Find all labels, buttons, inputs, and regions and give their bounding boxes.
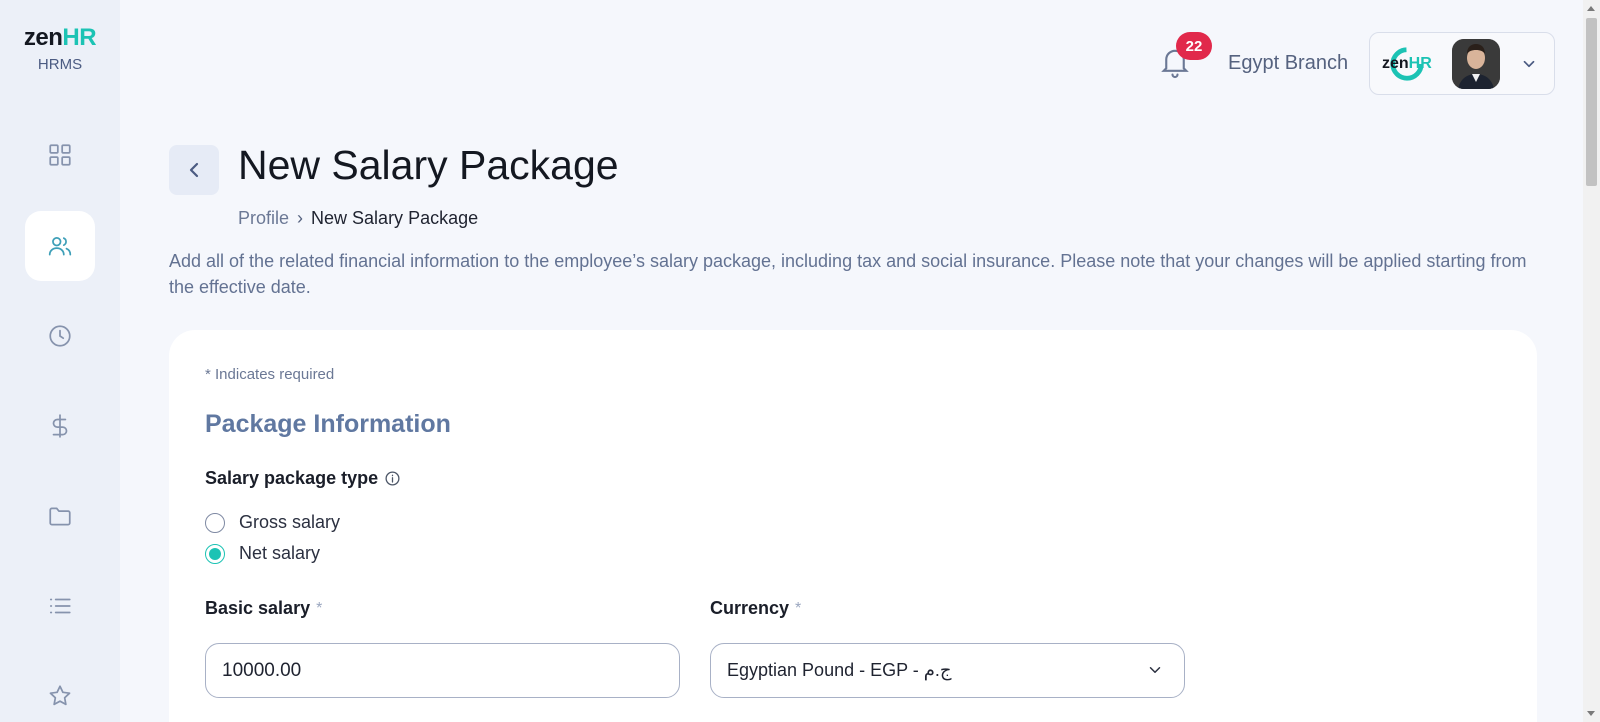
sidebar-item-requests[interactable] xyxy=(25,571,95,641)
company-logo: zenHR xyxy=(1382,45,1438,83)
required-asterisk: * xyxy=(316,599,323,617)
net-salary-label: Net salary xyxy=(239,543,321,563)
list-icon xyxy=(49,598,71,614)
folder-icon xyxy=(49,507,71,526)
logo-wordmark: zenHR xyxy=(0,24,120,52)
currency-label: Currency * xyxy=(710,598,801,619)
logo-accent: HR xyxy=(62,24,97,51)
gross-salary-label: Gross salary xyxy=(239,512,341,532)
company-logo-accent: HR xyxy=(1408,55,1432,72)
currency-label-text: Currency xyxy=(710,598,790,618)
page-description: Add all of the related financial informa… xyxy=(169,251,1527,297)
basic-salary-input[interactable]: 10000.00 xyxy=(205,643,680,698)
notification-count-badge: 22 xyxy=(1176,32,1212,60)
breadcrumb: Profile › New Salary Package xyxy=(238,208,478,229)
clock-icon xyxy=(49,325,71,347)
dollar-icon xyxy=(52,414,68,438)
sidebar-item-payroll[interactable] xyxy=(25,391,95,461)
account-menu[interactable]: zenHR xyxy=(1369,32,1555,95)
currency-select[interactable]: Egyptian Pound - EGP - ج.م xyxy=(710,643,1185,698)
sidebar-item-documents[interactable] xyxy=(25,481,95,551)
gross-salary-radio[interactable] xyxy=(205,512,225,533)
salary-package-form: * Indicates required Package Information… xyxy=(169,330,1537,722)
dashboard-grid-icon xyxy=(49,144,71,166)
sidebar-item-attendance[interactable] xyxy=(25,301,95,371)
sidebar-item-employees[interactable] xyxy=(25,211,95,281)
users-icon xyxy=(48,237,72,256)
required-asterisk: * xyxy=(795,599,802,617)
star-icon xyxy=(49,685,71,706)
gross-salary-option[interactable]: Gross salary xyxy=(205,512,340,533)
company-logo-text: zenHR xyxy=(1382,55,1432,73)
back-button[interactable] xyxy=(169,145,219,195)
page-title: New Salary Package xyxy=(238,142,619,188)
breadcrumb-current: New Salary Package xyxy=(311,208,479,228)
user-avatar xyxy=(1452,39,1500,89)
section-title: Package Information xyxy=(205,410,451,438)
company-logo-main: zen xyxy=(1382,55,1409,72)
net-salary-option[interactable]: Net salary xyxy=(205,543,320,564)
chevron-down-icon xyxy=(1523,60,1535,68)
package-type-label: Salary package type xyxy=(205,468,401,489)
scroll-up-arrow[interactable] xyxy=(1587,6,1595,11)
package-type-label-text: Salary package type xyxy=(205,468,379,488)
logo-main: zen xyxy=(23,24,63,51)
sidebar-item-dashboard[interactable] xyxy=(25,120,95,190)
chevron-down-icon xyxy=(1149,667,1161,673)
page-scrollbar[interactable] xyxy=(1583,0,1600,722)
sidebar-item-favorites[interactable] xyxy=(25,661,95,722)
basic-salary-value: 10000.00 xyxy=(222,659,302,681)
branch-name[interactable]: Egypt Branch xyxy=(1228,52,1348,75)
breadcrumb-profile-link[interactable]: Profile xyxy=(238,208,289,229)
logo-subtitle: HRMS xyxy=(37,56,83,73)
info-icon[interactable] xyxy=(384,470,401,487)
currency-value: Egyptian Pound - EGP - ج.م xyxy=(727,660,952,680)
scroll-thumb[interactable] xyxy=(1586,18,1597,186)
basic-salary-label: Basic salary * xyxy=(205,598,322,619)
app-logo[interactable]: zenHR HRMS xyxy=(0,24,120,73)
chevron-left-icon xyxy=(189,162,199,178)
scroll-down-arrow[interactable] xyxy=(1587,711,1595,716)
sidebar: zenHR HRMS xyxy=(0,0,120,722)
breadcrumb-separator: › xyxy=(297,208,304,228)
basic-salary-label-text: Basic salary xyxy=(205,598,311,618)
required-note: * Indicates required xyxy=(205,366,335,383)
net-salary-radio[interactable] xyxy=(205,543,225,564)
avatar-portrait-icon xyxy=(1452,39,1500,89)
